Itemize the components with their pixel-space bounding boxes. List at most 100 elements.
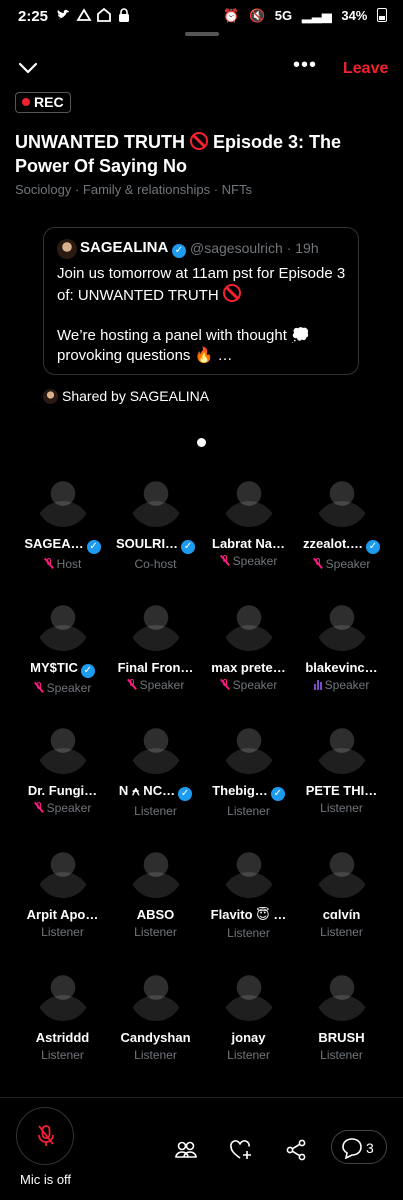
participant-name: cɑlvín bbox=[295, 907, 388, 922]
participant-avatar[interactable] bbox=[314, 597, 369, 651]
participant[interactable]: Thebig… ✓ Listener bbox=[202, 720, 295, 818]
participant-avatar[interactable] bbox=[221, 844, 276, 898]
participant-name: N ⍲ NC… ✓ bbox=[109, 783, 202, 801]
recording-badge: REC bbox=[15, 92, 71, 113]
participant-role: Speaker bbox=[202, 678, 295, 692]
participant-role: Listener bbox=[295, 1048, 388, 1062]
participant-name: ABSO bbox=[109, 907, 202, 922]
participant-role: Speaker bbox=[109, 678, 202, 692]
participant-avatar[interactable] bbox=[221, 597, 276, 651]
no-entry-emoji-icon bbox=[222, 284, 241, 302]
notification-icons bbox=[56, 7, 136, 25]
participant-name-label: cɑlvín bbox=[322, 907, 361, 922]
participant-avatar[interactable] bbox=[35, 473, 90, 527]
verified-badge-icon: ✓ bbox=[171, 244, 186, 258]
participant-role-label: Speaker bbox=[46, 801, 92, 815]
participant-role: Listener bbox=[295, 801, 388, 815]
participant[interactable]: MY$TIC ✓ Speaker bbox=[16, 597, 109, 695]
participant-name: MY$TIC ✓ bbox=[16, 660, 109, 678]
more-options-button[interactable]: ••• bbox=[288, 54, 322, 82]
participant-name-label: BRUSH bbox=[318, 1030, 365, 1045]
participant-name: Astriddd bbox=[16, 1030, 109, 1045]
participant-name-label: SAGEA… bbox=[24, 536, 84, 551]
react-button[interactable] bbox=[229, 1138, 253, 1162]
participant-avatar[interactable] bbox=[128, 597, 183, 651]
participant[interactable]: Astriddd Listener bbox=[16, 967, 109, 1062]
mic-toggle-button[interactable] bbox=[16, 1107, 74, 1165]
participant[interactable]: Dr. Fungi… Speaker bbox=[16, 720, 109, 815]
participant[interactable]: Final Fron… Speaker bbox=[109, 597, 202, 692]
participant-avatar[interactable] bbox=[314, 967, 369, 1021]
participant-avatar[interactable] bbox=[221, 720, 276, 774]
participant-avatar[interactable] bbox=[35, 967, 90, 1021]
participant-role-label: Listener bbox=[227, 926, 270, 940]
participant-avatar[interactable] bbox=[128, 844, 183, 898]
participant-avatar[interactable] bbox=[128, 473, 183, 527]
sheet-handle[interactable] bbox=[185, 32, 219, 36]
participant[interactable]: zzealot.… ✓ Speaker bbox=[295, 473, 388, 571]
participant[interactable]: max prete… Speaker bbox=[202, 597, 295, 692]
participant[interactable]: N ⍲ NC… ✓ Listener bbox=[109, 720, 202, 818]
tweet-author-avatar bbox=[57, 239, 77, 259]
participant[interactable]: SOULRI… ✓ Co-host bbox=[109, 473, 202, 571]
participant-role: Speaker bbox=[202, 554, 295, 568]
pinned-tweet-card[interactable]: SAGEALINA ✓ @sagesoulrich · 19h Join us … bbox=[43, 227, 359, 375]
participant[interactable]: Candyshan Listener bbox=[109, 967, 202, 1062]
participant[interactable]: BRUSH Listener bbox=[295, 967, 388, 1062]
participant[interactable]: cɑlvín Listener bbox=[295, 844, 388, 939]
mute-icon: 🔇 bbox=[248, 8, 266, 23]
participant-avatar[interactable] bbox=[314, 844, 369, 898]
participant-avatar[interactable] bbox=[314, 720, 369, 774]
participant-avatar[interactable] bbox=[35, 720, 90, 774]
participant-name-label: N ⍲ NC… bbox=[118, 783, 176, 798]
participant-name-label: Astriddd bbox=[35, 1030, 90, 1045]
participant[interactable]: PETE THI… Listener bbox=[295, 720, 388, 815]
participant-role: Speaker bbox=[16, 681, 109, 695]
participant-role-label: Host bbox=[56, 557, 82, 571]
verified-badge-icon: ✓ bbox=[80, 664, 95, 678]
participant[interactable]: blakevinc… Speaker bbox=[295, 597, 388, 693]
participant-role: Listener bbox=[202, 1048, 295, 1062]
participant-name: Arpit Apo… bbox=[16, 907, 109, 922]
participant-avatar[interactable] bbox=[35, 844, 90, 898]
participant-role-label: Listener bbox=[320, 801, 363, 815]
participant-name-label: MY$TIC bbox=[30, 660, 78, 675]
comments-button[interactable]: 3 bbox=[331, 1130, 387, 1164]
leave-button[interactable]: Leave bbox=[343, 60, 388, 78]
participant-role-label: Co-host bbox=[134, 557, 177, 571]
participant-avatar[interactable] bbox=[221, 473, 276, 527]
participant[interactable]: SAGEA… ✓ Host bbox=[16, 473, 109, 571]
battery-label: 34% bbox=[341, 8, 368, 23]
participant-name: BRUSH bbox=[295, 1030, 388, 1045]
participant-avatar[interactable] bbox=[35, 597, 90, 651]
participant-avatar[interactable] bbox=[221, 967, 276, 1021]
participant-avatar[interactable] bbox=[314, 473, 369, 527]
participant-name-label: Labrat Na… bbox=[212, 536, 285, 551]
tweet-ellipsis: … bbox=[217, 347, 233, 364]
participant-role: Listener bbox=[202, 804, 295, 818]
share-button[interactable] bbox=[284, 1138, 308, 1162]
participant-avatar[interactable] bbox=[128, 720, 183, 774]
participant-name-label: Thebig… bbox=[212, 783, 268, 798]
participant-role: Listener bbox=[109, 1048, 202, 1062]
thought-bubble-emoji-icon: 💭 bbox=[291, 327, 310, 344]
participant-role: Listener bbox=[109, 804, 202, 818]
shared-by: Shared by SAGEALINA bbox=[43, 388, 209, 404]
tweet-text: Join us tomorrow at 11am pst for Episode… bbox=[57, 264, 349, 366]
participant-name: Flavito 😇 … bbox=[202, 907, 295, 923]
participant[interactable]: Flavito 😇 … Listener bbox=[202, 844, 295, 940]
tweet-line2a: We’re hosting a panel with thought bbox=[57, 327, 287, 344]
participant-role-label: Listener bbox=[41, 925, 84, 939]
participant[interactable]: ABSO Listener bbox=[109, 844, 202, 939]
participant[interactable]: Labrat Na… Speaker bbox=[202, 473, 295, 568]
collapse-button[interactable] bbox=[16, 56, 40, 80]
participant[interactable]: Arpit Apo… Listener bbox=[16, 844, 109, 939]
participant-avatar[interactable] bbox=[128, 967, 183, 1021]
participant-name: SOULRI… ✓ bbox=[109, 536, 202, 554]
participant-name-label: max prete… bbox=[211, 660, 286, 675]
participant-role-label: Listener bbox=[41, 1048, 84, 1062]
participant[interactable]: jonay Listener bbox=[202, 967, 295, 1062]
title-part1: UNWANTED TRUTH bbox=[15, 132, 185, 152]
people-button[interactable] bbox=[174, 1138, 198, 1162]
participant-role-label: Speaker bbox=[139, 678, 185, 692]
